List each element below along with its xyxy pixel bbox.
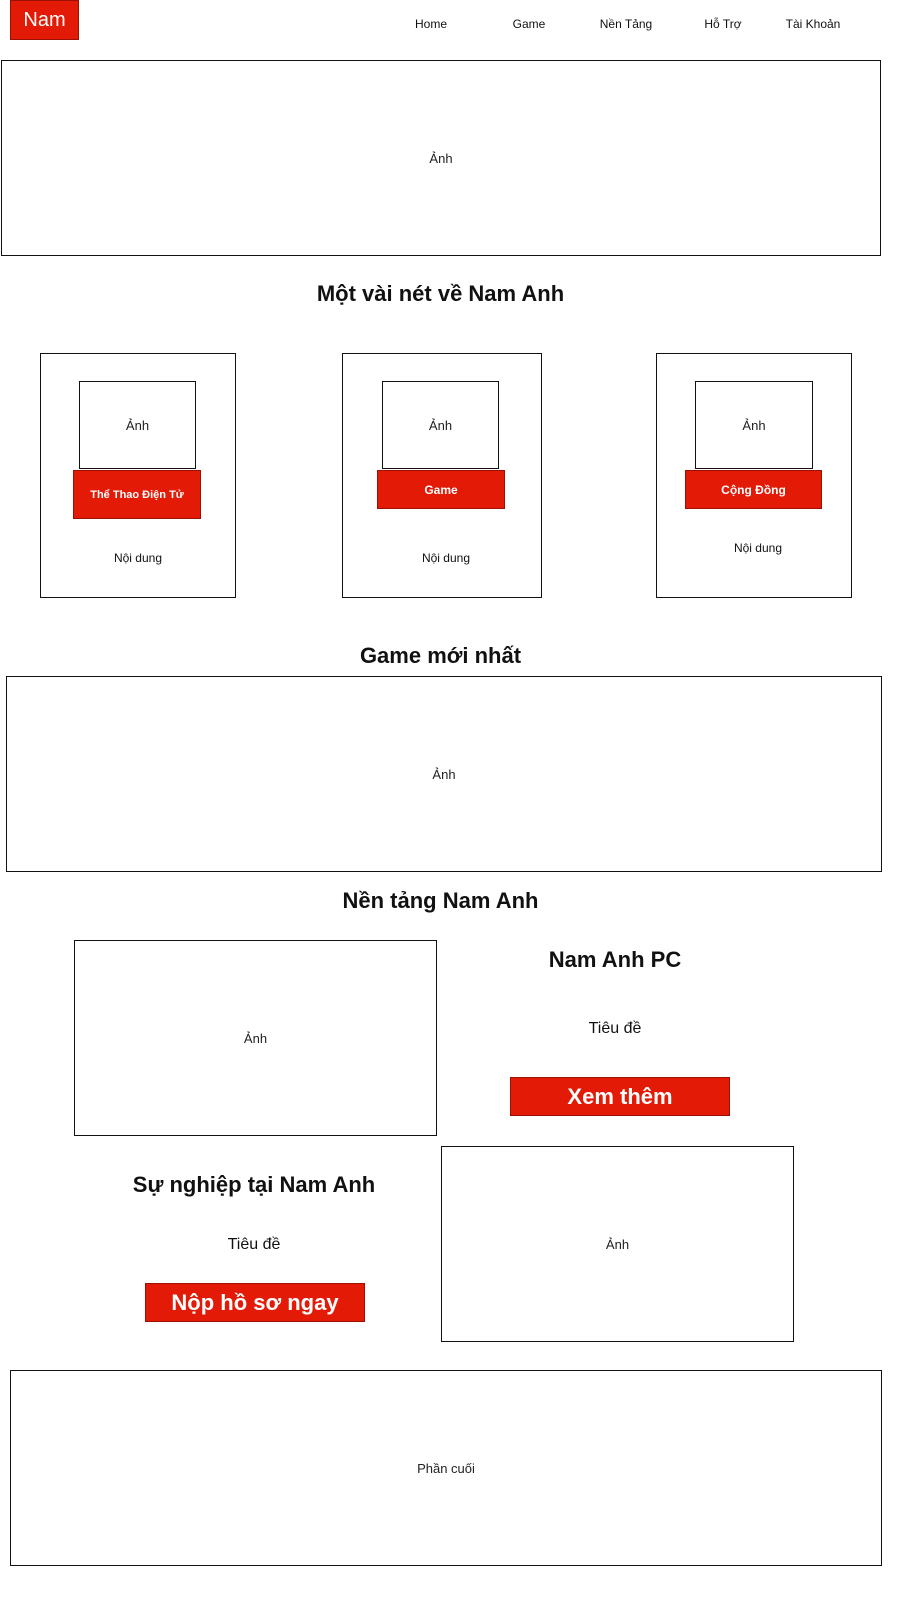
community-button[interactable]: Cộng Đồng <box>685 470 822 509</box>
nav-account[interactable]: Tài Khoản <box>778 17 848 31</box>
about-card-image: Ảnh <box>79 381 196 469</box>
about-card-content: Nội dung <box>113 551 163 565</box>
career-heading: Sự nghiệp tại Nam Anh <box>132 1172 376 1197</box>
platform-image-placeholder: Ảnh <box>74 940 437 1136</box>
apply-now-button[interactable]: Nộp hồ sơ ngay <box>145 1283 365 1322</box>
nav-home[interactable]: Home <box>400 17 462 31</box>
game-button[interactable]: Game <box>377 470 505 509</box>
about-section-title: Một vài nét về Nam Anh <box>316 281 565 306</box>
nav-game[interactable]: Game <box>498 17 560 31</box>
latest-game-title: Game mới nhất <box>359 643 522 668</box>
about-card-image: Ảnh <box>382 381 499 469</box>
logo[interactable]: Nam <box>10 0 79 40</box>
esports-button[interactable]: Thể Thao Điện Tử <box>73 470 201 519</box>
platform-section-title: Nền tảng Nam Anh <box>342 888 539 913</box>
footer-placeholder: Phần cuối <box>10 1370 882 1566</box>
about-card-content: Nội dung <box>733 541 783 555</box>
hero-image-placeholder: Ảnh <box>1 60 881 256</box>
platform-subtitle: Tiêu đề <box>588 1020 642 1037</box>
about-card-content: Nội dung <box>421 551 471 565</box>
nav-platform[interactable]: Nền Tảng <box>590 17 662 31</box>
career-subtitle: Tiêu đề <box>227 1236 281 1253</box>
career-image-placeholder: Ảnh <box>441 1146 794 1342</box>
nav-support[interactable]: Hỗ Trợ <box>692 17 754 31</box>
latest-game-image-placeholder: Ảnh <box>6 676 882 872</box>
about-card-image: Ảnh <box>695 381 813 469</box>
platform-heading: Nam Anh PC <box>548 947 682 972</box>
see-more-button[interactable]: Xem thêm <box>510 1077 730 1116</box>
